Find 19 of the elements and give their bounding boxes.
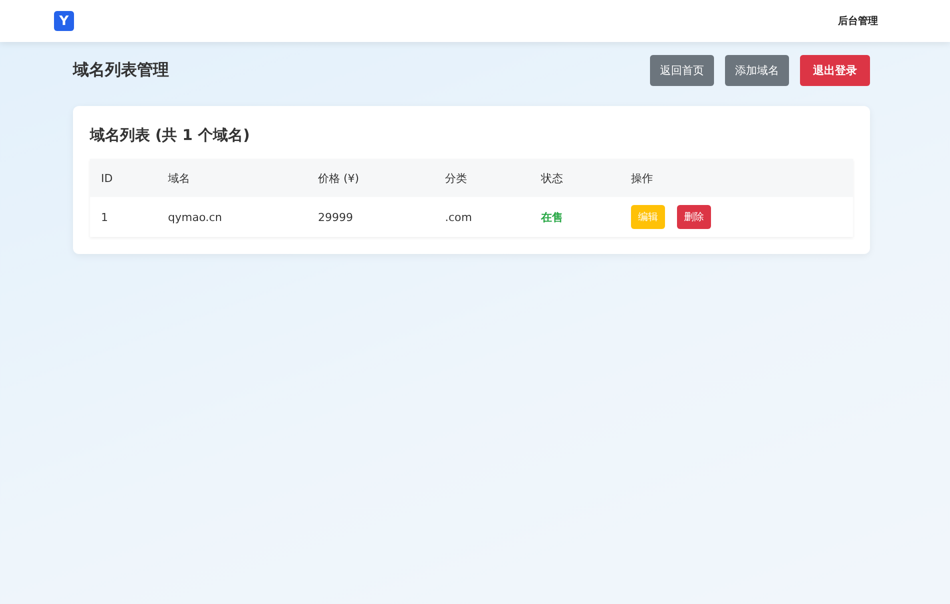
column-header: 域名 [157,159,307,197]
page-title: 域名列表管理 [73,60,169,81]
column-header: ID [90,159,157,197]
column-header: 分类 [434,159,530,197]
header-button[interactable]: 添加域名 [725,55,789,86]
logo[interactable]: Y [54,11,74,31]
header-button[interactable]: 退出登录 [800,55,870,86]
nav-link[interactable]: 后台管理 [838,14,878,28]
status-cell: 在售 [530,197,620,237]
column-header: 操作 [620,159,853,197]
table-cell: 1 [90,197,157,237]
column-header: 状态 [530,159,620,197]
column-header: 价格 (¥) [307,159,434,197]
card-title: 域名列表 (共 1 个域名) [90,126,251,145]
table-cell: .com [434,197,530,237]
delete-button[interactable]: 删除 [677,205,711,229]
header-button[interactable]: 返回首页 [650,55,714,86]
table-cell: qymao.cn [157,197,307,237]
table-cell: 29999 [307,197,434,237]
